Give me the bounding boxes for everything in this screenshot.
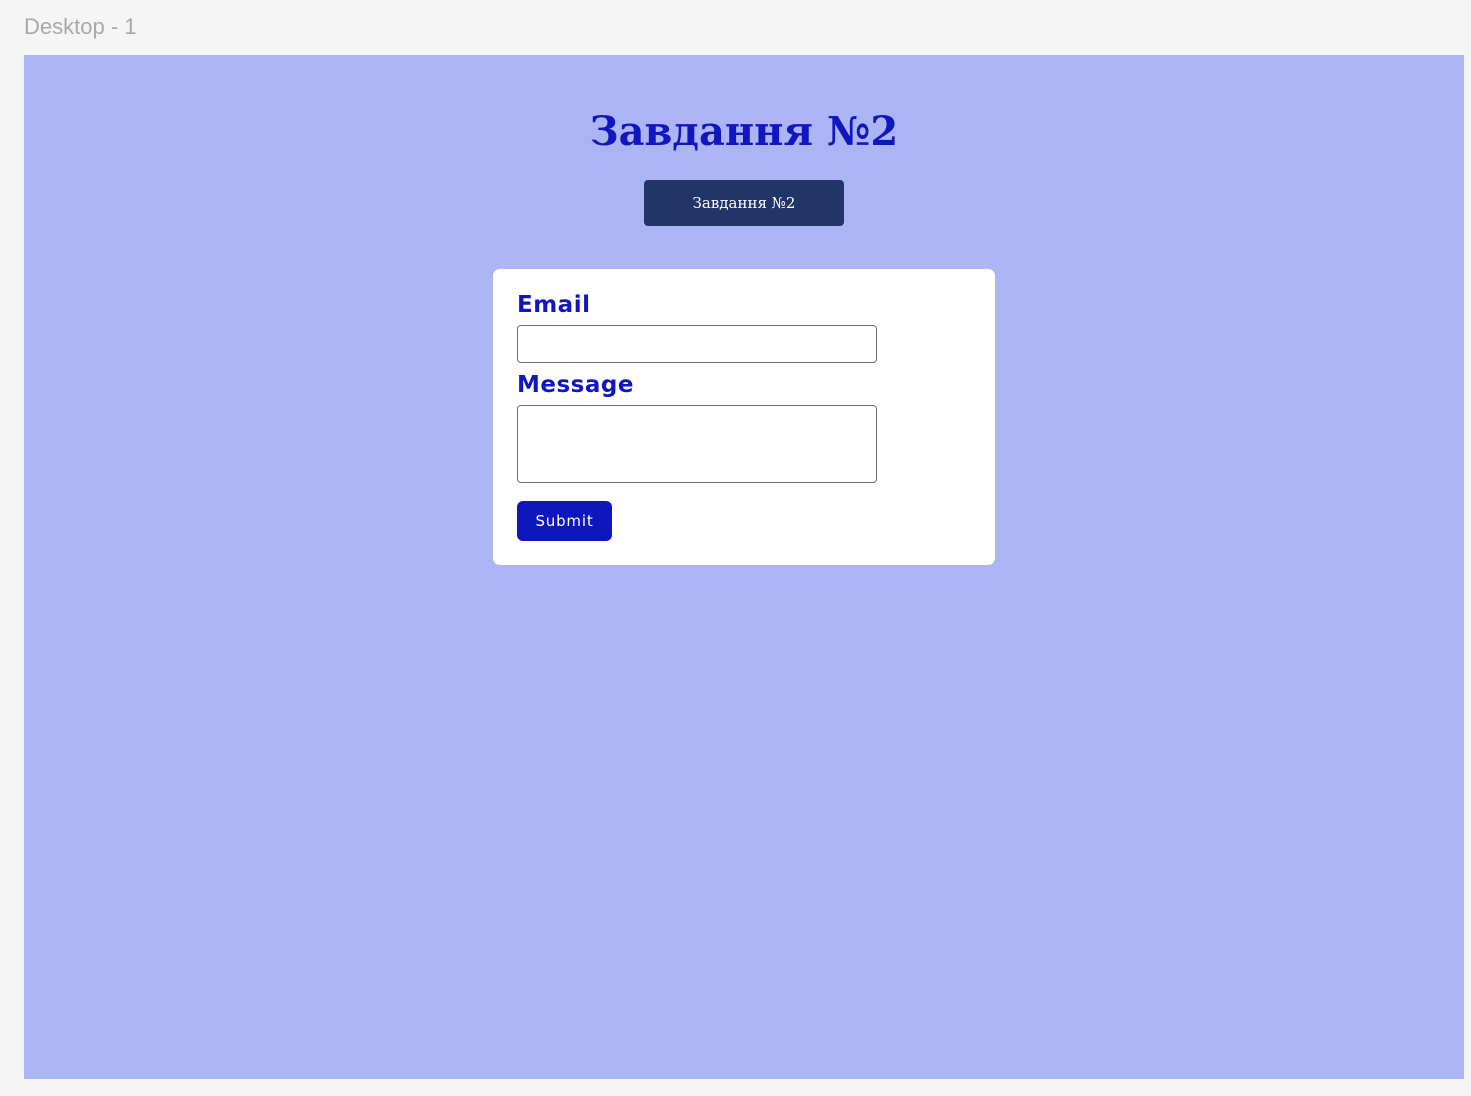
message-label: Message	[517, 372, 634, 398]
contact-form-card: Email Message Submit	[493, 269, 995, 565]
message-textarea[interactable]	[517, 405, 877, 483]
desktop-frame: Завдання №2 Завдання №2 Email Message Su…	[24, 55, 1464, 1079]
task-button[interactable]: Завдання №2	[644, 180, 844, 226]
page-title: Завдання №2	[589, 108, 899, 155]
submit-button[interactable]: Submit	[517, 501, 612, 541]
frame-label: Desktop - 1	[24, 14, 137, 39]
email-input[interactable]	[517, 325, 877, 363]
email-label: Email	[517, 292, 591, 318]
